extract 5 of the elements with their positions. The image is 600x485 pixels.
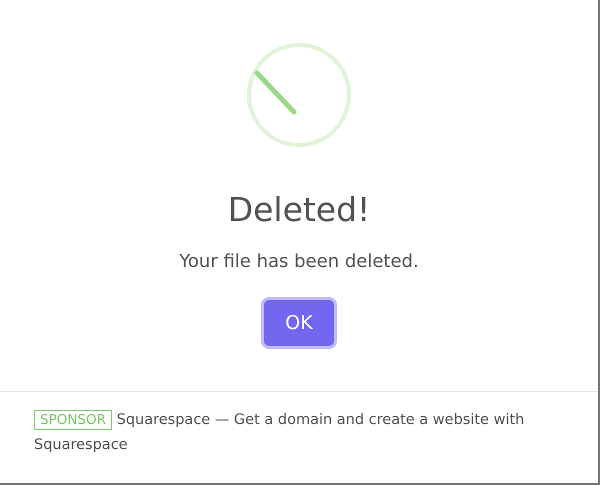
sponsor-note: SPONSOR Squarespace — Get a domain and create a website with Squarespace	[34, 409, 526, 455]
dialog-message: Your file has been deleted.	[179, 250, 419, 274]
success-icon	[246, 42, 352, 148]
dialog-title: Deleted!	[228, 190, 370, 230]
ok-button[interactable]: OK	[264, 300, 334, 346]
